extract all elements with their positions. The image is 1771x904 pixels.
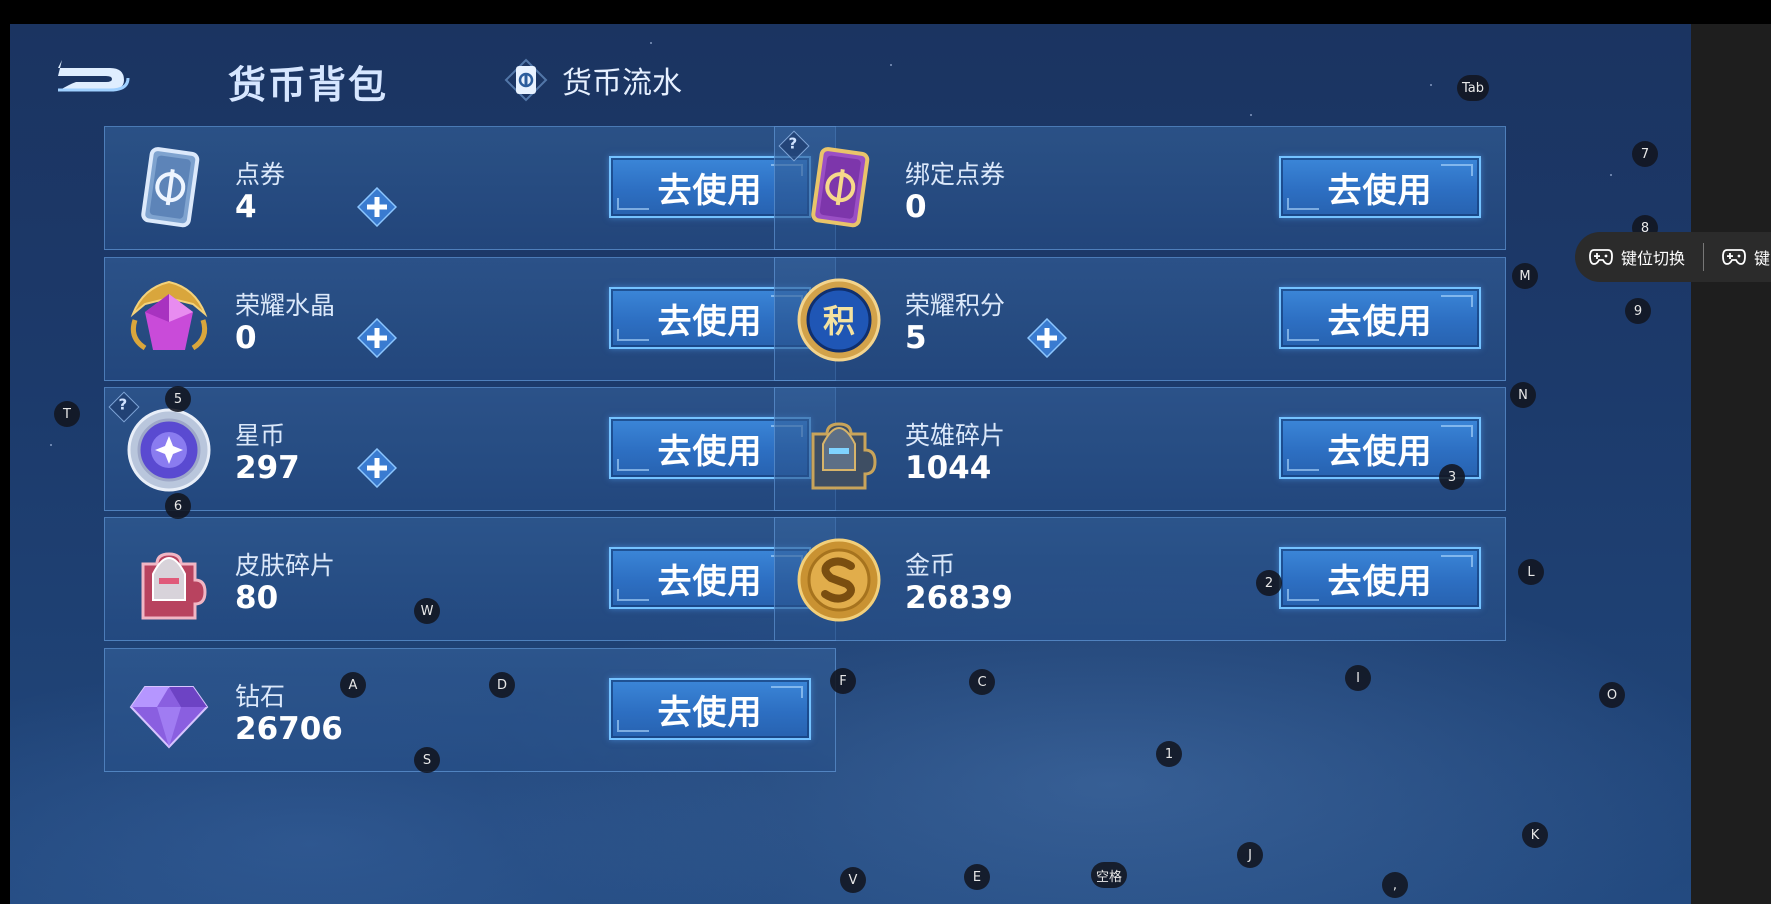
currency-amount: 1044 [905,450,992,486]
star-decoration [1610,174,1612,176]
use-button[interactable]: 去使用 [1279,547,1481,609]
key-space[interactable]: 空格 [1090,862,1128,888]
currency-card-gold-coin: 金币 26839 去使用 [774,517,1506,641]
key-k[interactable]: K [1522,822,1548,848]
currency-card-hero-fragment: 英雄碎片 1044 去使用 [774,387,1506,511]
currency-name: 金币 [905,551,956,580]
currency-amount: 297 [235,450,300,486]
key-l[interactable]: L [1518,559,1544,585]
hero-fragment-icon [811,422,877,490]
key-comma[interactable]: , [1382,872,1408,898]
skin-fragment-icon [141,552,207,620]
key-e[interactable]: E [964,864,990,890]
add-plus-icon[interactable] [1027,318,1067,358]
key-s[interactable]: S [414,747,440,773]
use-button[interactable]: 去使用 [1279,156,1481,218]
currency-card-star-coin: ? 星币 297 去使用 [104,387,836,511]
key-c[interactable]: C [969,669,995,695]
glory-crystal-icon [130,280,208,351]
currency-name: 荣耀积分 [905,291,1006,320]
currency-name: 绑定点券 [905,160,1006,189]
key-w[interactable]: W [414,598,440,624]
key-5[interactable]: 5 [165,386,191,412]
currency-card-glory-points: 积 荣耀积分 5 去使用 [774,257,1506,381]
voucher-icon [141,147,200,228]
key-d[interactable]: D [489,672,515,698]
currency-amount: 5 [905,320,927,356]
key-o[interactable]: O [1599,682,1625,708]
bound-voucher-icon [811,147,870,228]
currency-card-bound-voucher: ? 绑定点券 0 去使用 [774,126,1506,250]
currency-card-voucher: 点券 4 去使用 [104,126,836,250]
use-button[interactable]: 去使用 [1279,287,1481,349]
gamepad-icon [1722,249,1746,265]
key-j[interactable]: J [1237,842,1263,868]
key-t[interactable]: T [54,401,80,427]
key-n[interactable]: N [1510,382,1536,408]
star-decoration [1250,114,1252,116]
back-arrow-icon[interactable] [48,52,138,100]
star-decoration [890,64,892,66]
keymap-switch-bar: 键位切换 键 [1575,232,1771,282]
currency-name: 英雄碎片 [905,421,1006,450]
diamond-icon [129,686,209,749]
game-screen: 货币背包 货币流水 点券 4 去使用 ? 绑定点券 0 去使用 荣耀水晶 0 去… [10,24,1691,904]
currency-name: 皮肤碎片 [235,551,336,580]
keymap-switch-label: 键位切换 [1621,249,1686,268]
key-a[interactable]: A [340,672,366,698]
star-decoration [50,444,52,446]
key-6[interactable]: 6 [165,493,191,519]
key-i[interactable]: I [1345,665,1371,691]
glory-points-icon: 积 [797,278,881,362]
currency-amount: 0 [235,320,257,356]
currency-name: 星币 [235,421,286,450]
key-v[interactable]: V [840,867,866,893]
gold-coin-icon [797,538,881,622]
star-decoration [650,42,652,44]
key-9[interactable]: 9 [1625,298,1651,324]
key-7[interactable]: 7 [1632,141,1658,167]
gamepad-icon [1589,249,1613,265]
top-black-bar [0,0,1771,24]
currency-flow-label: 货币流水 [562,66,682,101]
add-plus-icon[interactable] [357,318,397,358]
currency-amount: 26706 [235,711,343,747]
page-title: 货币背包 [228,63,389,107]
currency-name: 荣耀水晶 [235,291,336,320]
keymap-second-button[interactable]: 键 [1722,245,1770,269]
key-1[interactable]: 1 [1156,741,1182,767]
currency-amount: 4 [235,189,257,225]
add-plus-icon[interactable] [357,448,397,488]
currency-name: 钻石 [235,682,286,711]
key-f[interactable]: F [830,668,856,694]
divider [1703,243,1705,271]
currency-name: 点券 [235,160,286,189]
keymap-switch-button[interactable]: 键位切换 [1589,245,1685,269]
key-3[interactable]: 3 [1439,464,1465,490]
currency-amount: 26839 [905,580,1013,616]
svg-text:积: 积 [823,302,855,340]
currency-card-diamond: 钻石 26706 去使用 [104,648,836,772]
star-decoration [1430,84,1432,86]
key-tab[interactable]: Tab [1456,75,1490,101]
currency-card-skin-fragment: 皮肤碎片 80 去使用 [104,517,836,641]
star-coin-icon [127,408,211,492]
voucher-flow-icon [504,58,548,102]
keymap-second-label: 键 [1754,249,1771,268]
key-2[interactable]: 2 [1256,570,1282,596]
add-plus-icon[interactable] [357,187,397,227]
currency-flow-tab[interactable]: 货币流水 [504,58,682,102]
currency-card-glory-crystal: 荣耀水晶 0 去使用 [104,257,836,381]
currency-amount: 0 [905,189,927,225]
side-panel [1691,24,1771,904]
key-m[interactable]: M [1512,263,1538,289]
use-button[interactable]: 去使用 [609,678,811,740]
currency-amount: 80 [235,580,279,616]
